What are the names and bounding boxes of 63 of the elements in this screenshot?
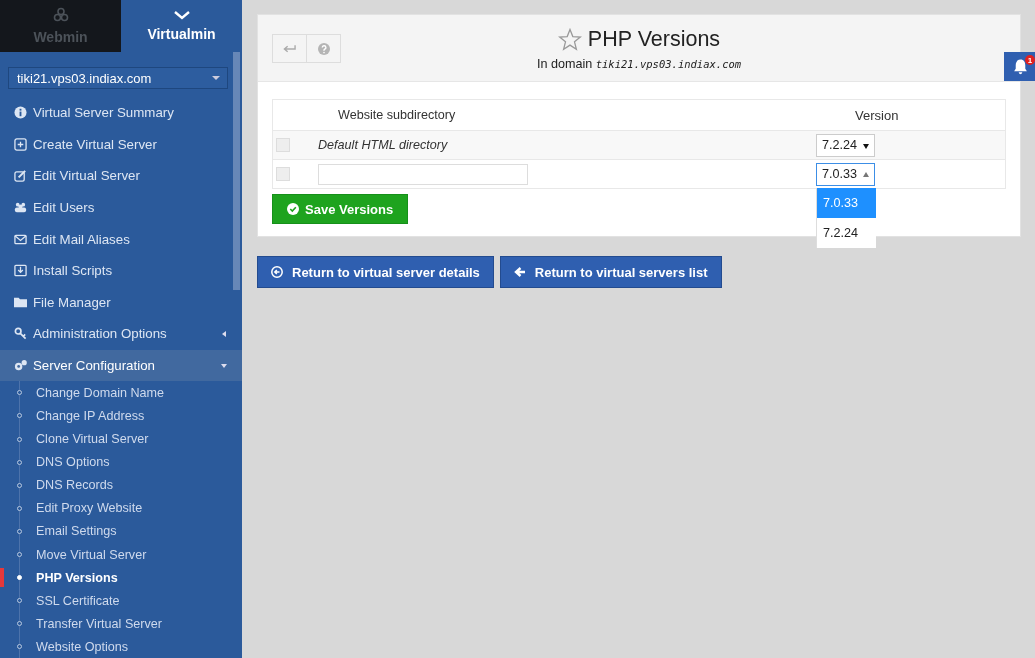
help-button[interactable]	[306, 34, 341, 63]
back-button[interactable]	[272, 34, 307, 63]
install-icon	[14, 264, 27, 278]
submenu-item[interactable]: Change IP Address	[0, 404, 242, 428]
submenu-item[interactable]: Website Options	[0, 635, 242, 658]
return-button[interactable]: Return to virtual servers list	[499, 256, 722, 288]
star-icon[interactable]	[557, 27, 582, 52]
mail-icon	[14, 232, 27, 246]
column-header: Version	[854, 107, 900, 123]
notification-count: 1	[1025, 55, 1035, 65]
domain-select[interactable]: tiki21.vps03.indiax.com	[8, 67, 228, 89]
chevron-down-icon	[173, 10, 190, 20]
submenu-item[interactable]: SSL Certificate	[0, 589, 242, 613]
domain-name: tiki21.vps03.indiax.com	[595, 58, 742, 70]
help-icon	[317, 42, 330, 55]
menu-item[interactable]: Virtual Server Summary	[0, 97, 242, 129]
caret-icon	[222, 331, 226, 338]
submenu-item[interactable]: Email Settings	[0, 519, 242, 543]
row-checkbox[interactable]	[276, 167, 290, 181]
directory-label: Default HTML directory	[318, 138, 448, 152]
version-option[interactable]: 7.2.24	[817, 217, 876, 248]
users-icon	[14, 201, 27, 215]
arrow-left-icon	[513, 266, 526, 278]
scrollbar[interactable]	[233, 52, 240, 290]
submenu-item[interactable]: DNS Records	[0, 473, 242, 497]
menu-item[interactable]: Server Configuration	[0, 349, 242, 382]
submenu-item[interactable]: Transfer Virtual Server	[0, 612, 242, 636]
menu-item[interactable]: Edit Mail Aliases	[0, 223, 242, 255]
submenu-item[interactable]: Change Domain Name	[0, 381, 242, 405]
submenu-item[interactable]: PHP Versions	[0, 566, 242, 590]
menu-item[interactable]: File Manager	[0, 286, 242, 319]
info-icon	[14, 106, 27, 120]
menu-item[interactable]: Edit Virtual Server	[0, 160, 242, 192]
submenu-item[interactable]: Edit Proxy Website	[0, 496, 242, 520]
save-versions-button[interactable]: Save Versions	[272, 194, 409, 224]
folder-icon	[14, 295, 27, 309]
submenu-item[interactable]: Clone Virtual Server	[0, 427, 242, 451]
cluster-icon	[52, 7, 69, 23]
return-icon	[283, 43, 296, 54]
row-checkbox[interactable]	[276, 138, 290, 152]
page-title: PHP Versions	[587, 27, 721, 52]
version-option[interactable]: 7.0.33	[817, 187, 876, 218]
menu-item[interactable]: Create Virtual Server	[0, 128, 242, 161]
edit-icon	[14, 169, 27, 183]
caret-icon	[221, 363, 227, 368]
notification-button[interactable]: 1	[1004, 52, 1035, 81]
check-circle-icon	[287, 203, 299, 215]
version-select[interactable]: 7.0.33	[816, 162, 875, 186]
submenu-item[interactable]: Move Virtual Server	[0, 543, 242, 567]
subtitle-text: In domain	[536, 57, 593, 71]
gears-icon	[14, 359, 27, 373]
submenu-item[interactable]: DNS Options	[0, 450, 242, 474]
subdirectory-field[interactable]	[318, 163, 528, 185]
bell-icon	[1012, 58, 1029, 75]
key-icon	[14, 327, 27, 341]
column-header: Website subdirectory	[337, 108, 457, 122]
menu-item[interactable]: Install Scripts	[0, 254, 242, 287]
version-select[interactable]: 7.2.24	[816, 133, 875, 157]
menu-item[interactable]: Edit Users	[0, 191, 242, 224]
circle-arrow-left-icon	[271, 266, 283, 278]
return-button[interactable]: Return to virtual server details	[257, 256, 494, 288]
plus-icon	[14, 137, 27, 151]
menu-item[interactable]: Administration Options	[0, 318, 242, 350]
